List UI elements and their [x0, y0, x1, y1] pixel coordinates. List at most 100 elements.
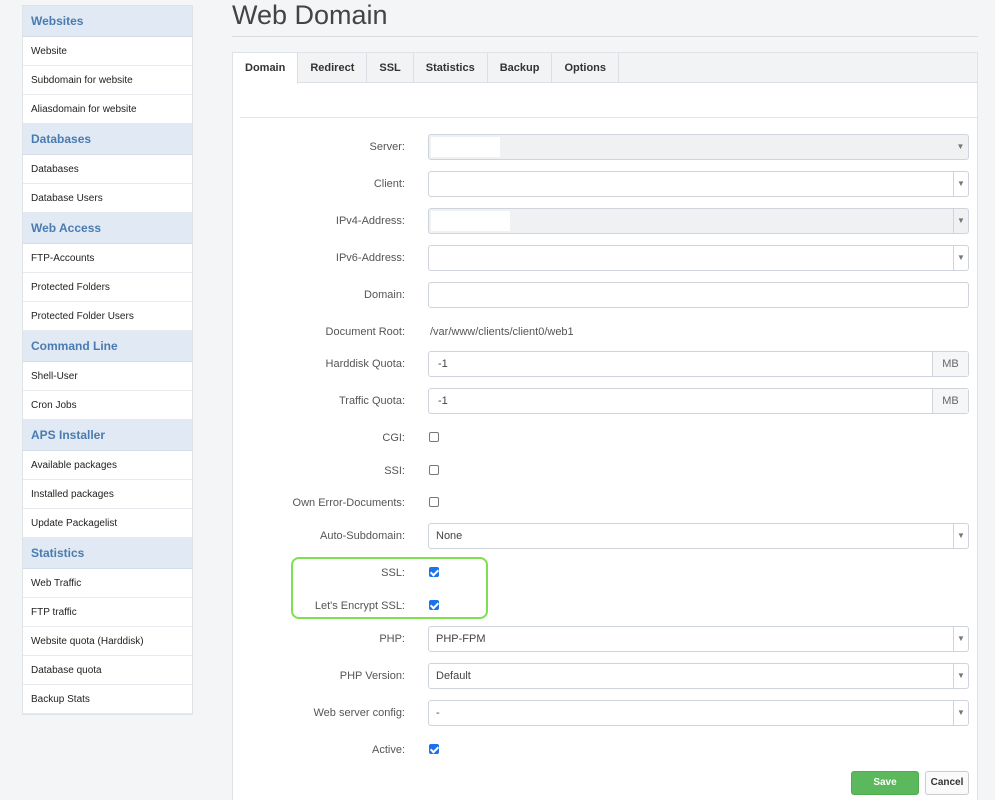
auto-subdomain-label: Auto-Subdomain:: [320, 530, 405, 542]
row-docroot: Document Root: /var/www/clients/client0/…: [233, 319, 977, 345]
sidebar-group-databases: Databases: [23, 124, 192, 155]
auto-subdomain-select[interactable]: None ▼: [428, 523, 969, 549]
row-php-version: PHP Version: Default ▼: [233, 663, 977, 689]
sidebar: Websites Website Subdomain for website A…: [22, 5, 193, 715]
sidebar-item-databases[interactable]: Databases: [23, 155, 192, 184]
sidebar-item-protected-folder-users[interactable]: Protected Folder Users: [23, 302, 192, 331]
docroot-label: Document Root:: [325, 326, 405, 338]
ipv4-label: IPv4-Address:: [335, 215, 405, 227]
save-button[interactable]: Save: [851, 771, 919, 795]
sidebar-item-cron-jobs[interactable]: Cron Jobs: [23, 391, 192, 420]
tab-statistics[interactable]: Statistics: [414, 53, 488, 83]
sidebar-item-website[interactable]: Website: [23, 37, 192, 66]
traffic-quota-input[interactable]: -1 MB: [428, 388, 969, 414]
php-version-select[interactable]: Default ▼: [428, 663, 969, 689]
error-documents-label: Own Error-Documents:: [292, 497, 405, 509]
row-server: Server: ▼: [233, 134, 977, 160]
sidebar-item-shell-user[interactable]: Shell-User: [23, 362, 192, 391]
title-divider: [232, 36, 978, 37]
letsencrypt-label: Let's Encrypt SSL:: [314, 600, 405, 612]
row-harddisk-quota: Harddisk Quota: -1 MB: [233, 351, 977, 377]
sidebar-item-website-quota[interactable]: Website quota (Harddisk): [23, 627, 192, 656]
row-domain: Domain:: [233, 282, 977, 308]
row-error-documents: Own Error-Documents:: [233, 490, 977, 516]
tab-options[interactable]: Options: [552, 53, 620, 83]
docroot-value: /var/www/clients/client0/web1: [430, 326, 574, 338]
domain-label: Domain:: [364, 289, 405, 301]
harddisk-quota-unit: MB: [932, 352, 968, 376]
cgi-checkbox[interactable]: [429, 432, 439, 442]
sidebar-group-aps-installer: APS Installer: [23, 420, 192, 451]
form-panel: Domain Redirect SSL Statistics Backup Op…: [232, 52, 978, 800]
sidebar-group-web-access: Web Access: [23, 213, 192, 244]
server-redacted-value: [431, 137, 500, 157]
error-documents-checkbox[interactable]: [429, 497, 439, 507]
traffic-quota-label: Traffic Quota:: [338, 395, 405, 407]
domain-input[interactable]: [428, 282, 969, 308]
server-label: Server:: [369, 141, 405, 153]
harddisk-quota-input[interactable]: -1 MB: [428, 351, 969, 377]
harddisk-quota-label: Harddisk Quota:: [325, 358, 405, 370]
row-letsencrypt: Let's Encrypt SSL:: [233, 593, 977, 619]
traffic-quota-unit: MB: [932, 389, 968, 413]
chevron-down-icon: ▼: [956, 142, 965, 151]
sidebar-item-database-quota[interactable]: Database quota: [23, 656, 192, 685]
ssl-label: SSL:: [381, 567, 405, 579]
row-ssi: SSI:: [233, 458, 977, 484]
sidebar-item-ftp-traffic[interactable]: FTP traffic: [23, 598, 192, 627]
tab-bar: Domain Redirect SSL Statistics Backup Op…: [233, 53, 977, 84]
chevron-down-icon: ▼: [953, 209, 968, 233]
client-select[interactable]: ▼: [428, 171, 969, 197]
web-server-config-select[interactable]: - ▼: [428, 700, 969, 726]
row-client: Client: ▼: [233, 171, 977, 197]
chevron-down-icon: ▼: [953, 701, 968, 725]
tab-domain[interactable]: Domain: [233, 53, 299, 84]
row-ssl: SSL:: [233, 560, 977, 586]
cgi-label: CGI:: [382, 432, 405, 444]
ssi-checkbox[interactable]: [429, 465, 439, 475]
sidebar-item-web-traffic[interactable]: Web Traffic: [23, 569, 192, 598]
chevron-down-icon: ▼: [953, 627, 968, 651]
ipv6-select[interactable]: ▼: [428, 245, 969, 271]
sidebar-item-installed-packages[interactable]: Installed packages: [23, 480, 192, 509]
sidebar-item-subdomain[interactable]: Subdomain for website: [23, 66, 192, 95]
row-active: Active:: [233, 737, 977, 763]
sidebar-item-update-packagelist[interactable]: Update Packagelist: [23, 509, 192, 538]
tab-backup[interactable]: Backup: [488, 53, 553, 83]
chevron-down-icon: ▼: [953, 172, 968, 196]
sidebar-group-websites: Websites: [23, 6, 192, 37]
sidebar-item-database-users[interactable]: Database Users: [23, 184, 192, 213]
sidebar-item-protected-folders[interactable]: Protected Folders: [23, 273, 192, 302]
ssl-checkbox[interactable]: [429, 567, 439, 577]
page-title: Web Domain: [232, 0, 388, 30]
row-ipv6: IPv6-Address: ▼: [233, 245, 977, 271]
client-label: Client:: [373, 178, 405, 190]
sidebar-item-available-packages[interactable]: Available packages: [23, 451, 192, 480]
chevron-down-icon: ▼: [953, 664, 968, 688]
server-select[interactable]: ▼: [428, 134, 969, 160]
tab-ssl[interactable]: SSL: [367, 53, 414, 83]
sidebar-item-ftp-accounts[interactable]: FTP-Accounts: [23, 244, 192, 273]
row-traffic-quota: Traffic Quota: -1 MB: [233, 388, 977, 414]
tab-redirect[interactable]: Redirect: [298, 53, 368, 83]
letsencrypt-checkbox[interactable]: [429, 600, 439, 610]
chevron-down-icon: ▼: [953, 524, 968, 548]
php-version-label: PHP Version:: [339, 670, 405, 682]
active-checkbox[interactable]: [429, 744, 439, 754]
row-web-server-config: Web server config: - ▼: [233, 700, 977, 726]
row-auto-subdomain: Auto-Subdomain: None ▼: [233, 523, 977, 549]
php-label: PHP:: [379, 633, 405, 645]
ssi-label: SSI:: [384, 465, 405, 477]
row-ipv4: IPv4-Address: ▼: [233, 208, 977, 234]
sidebar-item-backup-stats[interactable]: Backup Stats: [23, 685, 192, 714]
sidebar-item-aliasdomain[interactable]: Aliasdomain for website: [23, 95, 192, 124]
web-server-config-label: Web server config:: [313, 707, 405, 719]
sidebar-group-statistics: Statistics: [23, 538, 192, 569]
ipv6-label: IPv6-Address:: [335, 252, 405, 264]
cancel-button[interactable]: Cancel: [925, 771, 969, 795]
ipv4-select[interactable]: ▼: [428, 208, 969, 234]
php-select[interactable]: PHP-FPM ▼: [428, 626, 969, 652]
sidebar-group-command-line: Command Line: [23, 331, 192, 362]
panel-divider: [240, 117, 977, 118]
row-php: PHP: PHP-FPM ▼: [233, 626, 977, 652]
